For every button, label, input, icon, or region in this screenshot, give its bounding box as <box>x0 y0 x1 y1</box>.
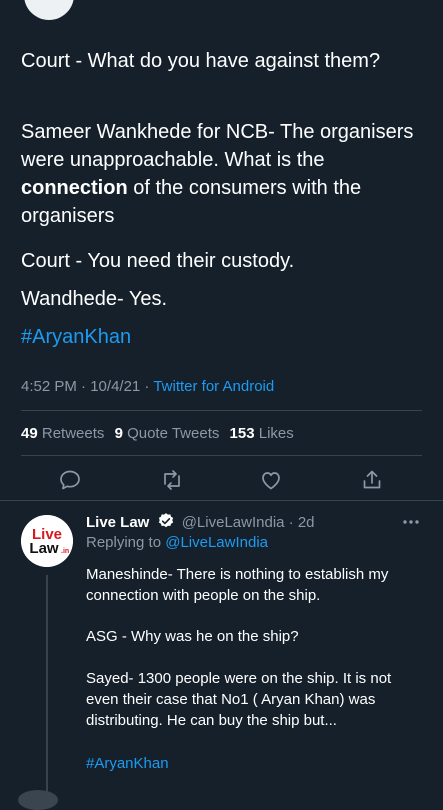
retweet-icon[interactable] <box>160 468 184 492</box>
retweets-stat[interactable]: 49 Retweets <box>21 425 104 442</box>
tweet-paragraph: Court - You need their custody. <box>21 250 295 272</box>
reply-author-handle[interactable]: @LiveLawIndia <box>182 514 285 531</box>
reply-paragraph: Sayed- 1300 people were on the ship. It … <box>86 670 392 729</box>
tweet-stats: 49 Retweets 9 Quote Tweets 153 Likes <box>21 425 294 442</box>
tweet-paragraph: Wandhede- Yes. <box>21 288 168 310</box>
reply-text: Sayed- 1300 people were on the ship. It … <box>86 668 426 731</box>
replying-to: Replying to @LiveLawIndia <box>86 534 269 551</box>
live-law-avatar[interactable]: Live Law .in <box>21 515 73 567</box>
tweet-paragraph: Court - What do you have against them? <box>21 50 381 72</box>
tweet-text: Court - You need their custody. <box>21 247 426 275</box>
reply-paragraph: ASG - Why was he on the ship? <box>86 628 299 645</box>
reply-text: ASG - Why was he on the ship? <box>86 626 426 647</box>
avatar-logo-text-law: Law <box>29 540 59 557</box>
verified-badge-icon <box>158 513 173 528</box>
divider <box>21 455 422 456</box>
tweet-text-segment: Sameer Wankhede for NCB- The organisers … <box>21 121 414 171</box>
next-tweet-avatar[interactable] <box>18 790 58 810</box>
divider <box>21 410 422 411</box>
reply-hashtag-link[interactable]: #AryanKhan <box>86 755 169 772</box>
reply-hashtag-row: #AryanKhan <box>86 753 426 774</box>
tweet-actions-bar <box>0 468 443 494</box>
tweet-bold-word: connection <box>21 177 128 199</box>
tweet-source-link[interactable]: Twitter for Android <box>153 378 274 395</box>
tweet-time[interactable]: 4:52 PM <box>21 378 77 395</box>
tweet-text: Wandhede- Yes. <box>21 285 426 313</box>
tweet-hashtag-link[interactable]: #AryanKhan <box>21 326 131 348</box>
reply-header: Live Law @LiveLawIndia · 2d <box>86 513 315 531</box>
tweet-paragraph: Sameer Wankhede for NCB- The organisers … <box>21 118 426 230</box>
reply-age[interactable]: 2d <box>298 514 315 531</box>
likes-stat[interactable]: 153 Likes <box>230 425 294 442</box>
quote-tweets-stat[interactable]: 9 Quote Tweets <box>115 425 220 442</box>
reply-author-name[interactable]: Live Law <box>86 514 149 531</box>
reply-icon[interactable] <box>58 468 82 492</box>
share-icon[interactable] <box>360 468 384 492</box>
tweet-meta: 4:52 PM · 10/4/21 · Twitter for Android <box>21 378 275 395</box>
avatar-logo-suffix: .in <box>61 548 69 555</box>
tweet-text: Sameer Wankhede for NCB- The organisers … <box>21 118 426 230</box>
more-options-icon[interactable] <box>401 512 421 532</box>
like-icon[interactable] <box>259 468 283 492</box>
reply-paragraph: Maneshinde- There is nothing to establis… <box>86 566 389 604</box>
tweet-text: Court - What do you have against them? <box>21 47 426 75</box>
tweet-date[interactable]: 10/4/21 <box>90 378 140 395</box>
thread-line <box>46 575 48 800</box>
previous-tweet-avatar[interactable] <box>24 0 74 20</box>
replying-to-handle-link[interactable]: @LiveLawIndia <box>165 534 268 551</box>
reply-text: Maneshinde- There is nothing to establis… <box>86 564 426 606</box>
tweet-hashtag-row: #AryanKhan <box>21 323 426 351</box>
divider <box>0 500 443 501</box>
